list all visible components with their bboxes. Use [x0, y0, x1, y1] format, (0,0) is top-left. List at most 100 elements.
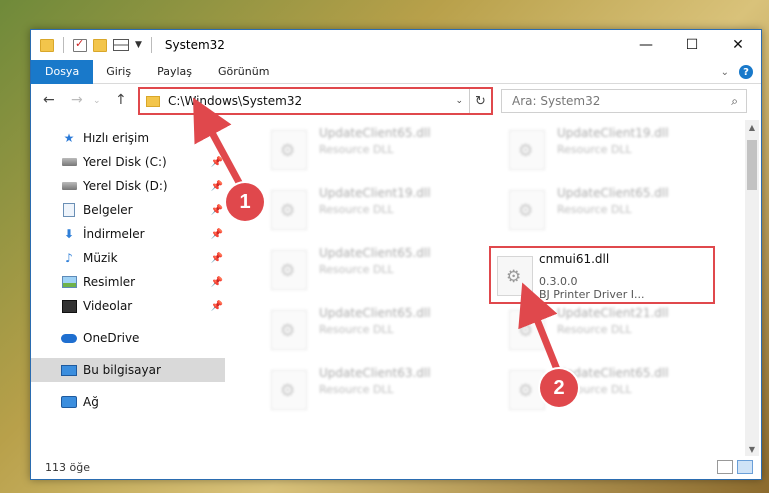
document-icon — [61, 203, 77, 217]
pin-icon[interactable]: 📌 — [211, 301, 223, 312]
sidebar-item-disk-d[interactable]: Yerel Disk (D:) 📌 — [31, 174, 225, 198]
expand-ribbon-icon[interactable]: ⌄ — [721, 67, 729, 78]
explorer-window: ▼ System32 — ☐ ✕ Dosya Giriş Paylaş Görü… — [30, 29, 762, 480]
scroll-down-icon[interactable]: ▼ — [745, 442, 759, 456]
pin-icon[interactable]: 📌 — [211, 205, 223, 216]
dll-file-icon — [497, 256, 533, 296]
window-title: System32 — [164, 38, 225, 52]
tab-home[interactable]: Giriş — [93, 60, 144, 84]
up-arrow-icon[interactable]: ↑ — [115, 92, 127, 108]
file-item[interactable]: UpdateClient65.dll Resource DLL — [489, 176, 715, 234]
file-item[interactable]: UpdateClient65.dll Resource DLL — [251, 116, 477, 174]
details-view-icon[interactable] — [717, 460, 733, 474]
tiles-view-icon[interactable] — [737, 460, 753, 474]
pin-icon[interactable]: 📌 — [211, 157, 223, 168]
maximize-button[interactable]: ☐ — [669, 30, 715, 60]
new-folder-icon[interactable] — [93, 38, 107, 52]
search-placeholder[interactable]: Ara: System32 — [512, 94, 731, 108]
toolbar-divider — [63, 37, 64, 53]
star-icon: ★ — [63, 131, 75, 145]
back-arrow-icon[interactable]: ← — [43, 92, 55, 108]
pin-icon[interactable]: 📌 — [211, 181, 223, 192]
file-item[interactable]: UpdateClient63.dll Resource DLL — [251, 356, 477, 414]
sidebar-item-videos[interactable]: Videolar 📌 — [31, 294, 225, 318]
status-bar: 113 öğe — [31, 455, 761, 479]
file-item[interactable]: UpdateClient19.dll Resource DLL — [489, 116, 715, 174]
navigation-bar: ← → ⌄ ↑ C:\Windows\System32 ⌄ ↻ Ara: Sys… — [31, 86, 761, 116]
tab-share[interactable]: Paylaş — [144, 60, 205, 84]
recent-chevron-icon[interactable]: ⌄ — [93, 96, 101, 106]
dll-file-icon — [271, 130, 307, 170]
sidebar-item-music[interactable]: ♪ Müzik 📌 — [31, 246, 225, 270]
sidebar-item-downloads[interactable]: ⬇ İndirmeler 📌 — [31, 222, 225, 246]
search-input[interactable]: Ara: System32 ⌕ — [501, 89, 747, 113]
view-list-icon[interactable] — [113, 39, 129, 51]
file-type: Resource DLL — [319, 263, 394, 276]
sidebar-item-label: OneDrive — [83, 331, 140, 345]
scroll-up-icon[interactable]: ▲ — [745, 120, 759, 134]
title-bar: ▼ System32 — ☐ ✕ — [31, 30, 761, 60]
sidebar-item-pictures[interactable]: Resimler 📌 — [31, 270, 225, 294]
dll-file-icon — [509, 310, 545, 350]
pin-icon[interactable]: 📌 — [211, 253, 223, 264]
address-bar[interactable]: C:\Windows\System32 ⌄ ↻ — [138, 87, 493, 115]
sidebar-item-this-pc[interactable]: Bu bilgisayar — [31, 358, 225, 382]
folder-icon — [146, 95, 160, 107]
address-path[interactable]: C:\Windows\System32 — [168, 94, 455, 108]
pictures-icon — [61, 275, 77, 289]
file-item[interactable]: UpdateClient65.dll Resource DLL — [251, 236, 477, 294]
file-type: Resource DLL — [319, 383, 394, 396]
callout-step-1: 1 — [226, 183, 264, 221]
music-icon: ♪ — [65, 251, 73, 265]
file-type: Resource DLL — [319, 143, 394, 156]
file-item[interactable]: UpdateClient65.dll Resource DLL — [251, 296, 477, 354]
sidebar-item-quick-access[interactable]: ★ Hızlı erişim — [31, 126, 225, 150]
chevron-down-icon[interactable]: ▼ — [135, 40, 142, 50]
file-name: UpdateClient19.dll — [319, 186, 431, 200]
sidebar-item-label: Belgeler — [83, 203, 133, 217]
ribbon-tabs: Dosya Giriş Paylaş Görünüm ⌄ ? — [31, 59, 761, 84]
file-type: Resource DLL — [557, 203, 632, 216]
refresh-icon[interactable]: ↻ — [469, 89, 491, 113]
search-icon[interactable]: ⌕ — [731, 94, 738, 109]
download-icon: ⬇ — [63, 227, 75, 241]
sidebar-item-label: Videolar — [83, 299, 133, 313]
tab-view[interactable]: Görünüm — [205, 60, 282, 84]
minimize-button[interactable]: — — [623, 30, 669, 60]
view-switcher — [717, 460, 753, 474]
folder-icon[interactable] — [40, 38, 54, 52]
highlighted-file-item[interactable]: cnmui61.dll 0.3.0.0 BJ Printer Driver I.… — [489, 246, 715, 304]
dll-file-icon — [271, 370, 307, 410]
ribbon-right-controls: ⌄ ? — [721, 65, 753, 79]
dll-file-icon — [509, 130, 545, 170]
chevron-down-icon[interactable]: ⌄ — [455, 96, 463, 106]
sidebar-item-documents[interactable]: Belgeler 📌 — [31, 198, 225, 222]
cloud-icon — [61, 331, 77, 345]
toolbar-divider — [150, 37, 152, 53]
scroll-thumb[interactable] — [747, 140, 757, 190]
file-name: UpdateClient19.dll — [557, 126, 669, 140]
file-item[interactable]: UpdateClient21.dll Resource DLL — [489, 296, 715, 354]
sidebar-item-network[interactable]: Ağ — [31, 390, 225, 414]
close-button[interactable]: ✕ — [715, 30, 761, 60]
file-item[interactable]: UpdateClient19.dll Resource DLL — [251, 176, 477, 234]
dll-file-icon — [271, 250, 307, 290]
file-name: UpdateClient65.dll — [557, 186, 669, 200]
pin-icon[interactable]: 📌 — [211, 277, 223, 288]
file-item[interactable]: UpdateClient65.dll Resource DLL — [489, 356, 715, 414]
pin-icon[interactable]: 📌 — [211, 229, 223, 240]
file-version: 0.3.0.0 — [539, 275, 578, 288]
quick-access-toolbar: ▼ — [40, 37, 155, 53]
videos-icon — [61, 299, 77, 313]
sidebar-item-label: Yerel Disk (C:) — [83, 155, 167, 169]
sidebar-item-onedrive[interactable]: OneDrive — [31, 326, 225, 350]
sidebar-item-label: Resimler — [83, 275, 136, 289]
forward-arrow-icon[interactable]: → — [71, 92, 83, 108]
sidebar-item-label: Bu bilgisayar — [83, 363, 161, 377]
file-name: UpdateClient65.dll — [319, 246, 431, 260]
tab-file[interactable]: Dosya — [31, 59, 94, 84]
properties-check-icon[interactable] — [73, 37, 87, 52]
vertical-scrollbar[interactable]: ▲ ▼ — [745, 120, 759, 456]
sidebar-item-disk-c[interactable]: Yerel Disk (C:) 📌 — [31, 150, 225, 174]
help-icon[interactable]: ? — [739, 65, 753, 79]
